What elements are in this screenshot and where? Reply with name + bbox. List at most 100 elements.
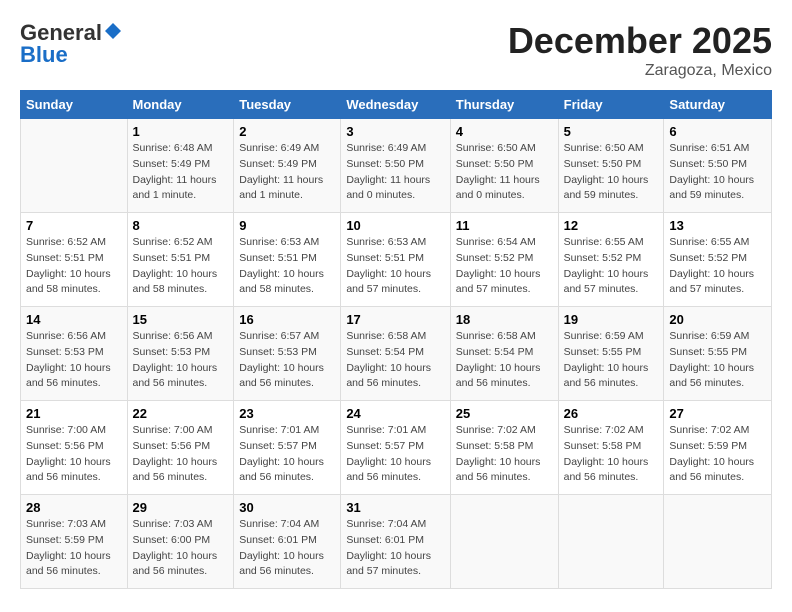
day-number: 11: [456, 218, 553, 233]
day-number: 15: [133, 312, 229, 327]
day-cell: 5 Sunrise: 6:50 AMSunset: 5:50 PMDaylight…: [558, 119, 664, 213]
day-info: Sunrise: 6:52 AMSunset: 5:51 PMDaylight:…: [26, 235, 122, 298]
day-cell: 31 Sunrise: 7:04 AMSunset: 6:01 PMDayligh…: [341, 495, 450, 589]
day-cell: 12 Sunrise: 6:55 AMSunset: 5:52 PMDayligh…: [558, 213, 664, 307]
day-number: 22: [133, 406, 229, 421]
day-number: 27: [669, 406, 766, 421]
day-cell: 11 Sunrise: 6:54 AMSunset: 5:52 PMDayligh…: [450, 213, 558, 307]
calendar-header-row: SundayMondayTuesdayWednesdayThursdayFrid…: [21, 91, 772, 119]
day-info: Sunrise: 7:02 AMSunset: 5:58 PMDaylight:…: [564, 423, 659, 486]
day-cell: 22Sunrise: 7:00 AMSunset: 5:56 PMDayligh…: [127, 401, 234, 495]
day-info: Sunrise: 6:55 AMSunset: 5:52 PMDaylight:…: [669, 235, 766, 298]
day-cell: 1Sunrise: 6:48 AMSunset: 5:49 PMDaylight…: [127, 119, 234, 213]
day-number: 9: [239, 218, 335, 233]
day-info: Sunrise: 7:01 AMSunset: 5:57 PMDaylight:…: [346, 423, 444, 486]
day-number: 26: [564, 406, 659, 421]
day-cell: 21 Sunrise: 7:00 AMSunset: 5:56 PMDayligh…: [21, 401, 128, 495]
day-number: 29: [133, 500, 229, 515]
day-info: Sunrise: 6:51 AMSunset: 5:50 PMDaylight:…: [669, 141, 766, 204]
day-cell: 16 Sunrise: 6:57 AMSunset: 5:53 PMDayligh…: [234, 307, 341, 401]
day-number: 21: [26, 406, 122, 421]
day-number: 4: [456, 124, 553, 139]
day-info: Sunrise: 7:00 AMSunset: 5:56 PMDaylight:…: [26, 423, 122, 486]
day-cell: 14 Sunrise: 6:56 AMSunset: 5:53 PMDayligh…: [21, 307, 128, 401]
day-info: Sunrise: 6:57 AMSunset: 5:53 PMDaylight:…: [239, 329, 335, 392]
day-cell: 17Sunrise: 6:58 AMSunset: 5:54 PMDayligh…: [341, 307, 450, 401]
day-cell: 9 Sunrise: 6:53 AMSunset: 5:51 PMDaylight…: [234, 213, 341, 307]
day-number: 7: [26, 218, 122, 233]
day-cell: [21, 119, 128, 213]
day-cell: 7 Sunrise: 6:52 AMSunset: 5:51 PMDaylight…: [21, 213, 128, 307]
day-cell: 15 Sunrise: 6:56 AMSunset: 5:53 PMDayligh…: [127, 307, 234, 401]
day-cell: [558, 495, 664, 589]
day-info: Sunrise: 7:03 AMSunset: 6:00 PMDaylight:…: [133, 517, 229, 580]
day-number: 6: [669, 124, 766, 139]
day-number: 23: [239, 406, 335, 421]
day-number: 20: [669, 312, 766, 327]
day-cell: 30 Sunrise: 7:04 AMSunset: 6:01 PMDayligh…: [234, 495, 341, 589]
day-info: Sunrise: 6:52 AMSunset: 5:51 PMDaylight:…: [133, 235, 229, 298]
day-info: Sunrise: 6:53 AMSunset: 5:51 PMDaylight:…: [239, 235, 335, 298]
col-header-sunday: Sunday: [21, 91, 128, 119]
col-header-saturday: Saturday: [664, 91, 772, 119]
week-row-1: 1Sunrise: 6:48 AMSunset: 5:49 PMDaylight…: [21, 119, 772, 213]
col-header-friday: Friday: [558, 91, 664, 119]
day-cell: 3Sunrise: 6:49 AMSunset: 5:50 PMDaylight…: [341, 119, 450, 213]
day-cell: 27 Sunrise: 7:02 AMSunset: 5:59 PMDayligh…: [664, 401, 772, 495]
day-cell: 13 Sunrise: 6:55 AMSunset: 5:52 PMDayligh…: [664, 213, 772, 307]
day-cell: 6 Sunrise: 6:51 AMSunset: 5:50 PMDaylight…: [664, 119, 772, 213]
day-info: Sunrise: 6:58 AMSunset: 5:54 PMDaylight:…: [456, 329, 553, 392]
day-cell: 10Sunrise: 6:53 AMSunset: 5:51 PMDayligh…: [341, 213, 450, 307]
day-info: Sunrise: 6:56 AMSunset: 5:53 PMDaylight:…: [133, 329, 229, 392]
day-info: Sunrise: 7:02 AMSunset: 5:59 PMDaylight:…: [669, 423, 766, 486]
day-cell: 19 Sunrise: 6:59 AMSunset: 5:55 PMDayligh…: [558, 307, 664, 401]
day-cell: 29 Sunrise: 7:03 AMSunset: 6:00 PMDayligh…: [127, 495, 234, 589]
day-number: 30: [239, 500, 335, 515]
day-info: Sunrise: 6:59 AMSunset: 5:55 PMDaylight:…: [669, 329, 766, 392]
day-info: Sunrise: 6:55 AMSunset: 5:52 PMDaylight:…: [564, 235, 659, 298]
day-info: Sunrise: 7:04 AMSunset: 6:01 PMDaylight:…: [346, 517, 444, 580]
month-title: December 2025: [508, 20, 772, 62]
col-header-tuesday: Tuesday: [234, 91, 341, 119]
day-number: 1: [133, 124, 229, 139]
day-number: 5: [564, 124, 659, 139]
day-cell: [664, 495, 772, 589]
day-info: Sunrise: 7:03 AMSunset: 5:59 PMDaylight:…: [26, 517, 122, 580]
day-info: Sunrise: 6:54 AMSunset: 5:52 PMDaylight:…: [456, 235, 553, 298]
day-number: 16: [239, 312, 335, 327]
title-block: December 2025 Zaragoza, Mexico: [508, 20, 772, 80]
day-cell: 2 Sunrise: 6:49 AMSunset: 5:49 PMDaylight…: [234, 119, 341, 213]
day-number: 31: [346, 500, 444, 515]
day-info: Sunrise: 6:50 AMSunset: 5:50 PMDaylight:…: [564, 141, 659, 204]
logo-icon: [104, 22, 122, 40]
day-info: Sunrise: 6:59 AMSunset: 5:55 PMDaylight:…: [564, 329, 659, 392]
day-number: 28: [26, 500, 122, 515]
col-header-thursday: Thursday: [450, 91, 558, 119]
day-cell: 28 Sunrise: 7:03 AMSunset: 5:59 PMDayligh…: [21, 495, 128, 589]
day-number: 10: [346, 218, 444, 233]
day-info: Sunrise: 6:49 AMSunset: 5:50 PMDaylight:…: [346, 141, 444, 204]
day-cell: 18 Sunrise: 6:58 AMSunset: 5:54 PMDayligh…: [450, 307, 558, 401]
day-number: 25: [456, 406, 553, 421]
day-cell: 8 Sunrise: 6:52 AMSunset: 5:51 PMDaylight…: [127, 213, 234, 307]
day-cell: 24Sunrise: 7:01 AMSunset: 5:57 PMDayligh…: [341, 401, 450, 495]
day-number: 12: [564, 218, 659, 233]
calendar-table: SundayMondayTuesdayWednesdayThursdayFrid…: [20, 90, 772, 589]
day-info: Sunrise: 6:50 AMSunset: 5:50 PMDaylight:…: [456, 141, 553, 204]
day-cell: 20 Sunrise: 6:59 AMSunset: 5:55 PMDayligh…: [664, 307, 772, 401]
day-number: 19: [564, 312, 659, 327]
day-info: Sunrise: 7:04 AMSunset: 6:01 PMDaylight:…: [239, 517, 335, 580]
day-cell: 23 Sunrise: 7:01 AMSunset: 5:57 PMDayligh…: [234, 401, 341, 495]
day-info: Sunrise: 7:01 AMSunset: 5:57 PMDaylight:…: [239, 423, 335, 486]
day-number: 2: [239, 124, 335, 139]
day-number: 8: [133, 218, 229, 233]
day-number: 18: [456, 312, 553, 327]
location-subtitle: Zaragoza, Mexico: [508, 62, 772, 80]
page-header: General Blue December 2025 Zaragoza, Mex…: [20, 20, 772, 80]
week-row-2: 7 Sunrise: 6:52 AMSunset: 5:51 PMDaylight…: [21, 213, 772, 307]
day-info: Sunrise: 6:49 AMSunset: 5:49 PMDaylight:…: [239, 141, 335, 204]
day-number: 14: [26, 312, 122, 327]
day-info: Sunrise: 6:56 AMSunset: 5:53 PMDaylight:…: [26, 329, 122, 392]
day-number: 13: [669, 218, 766, 233]
week-row-4: 21 Sunrise: 7:00 AMSunset: 5:56 PMDayligh…: [21, 401, 772, 495]
